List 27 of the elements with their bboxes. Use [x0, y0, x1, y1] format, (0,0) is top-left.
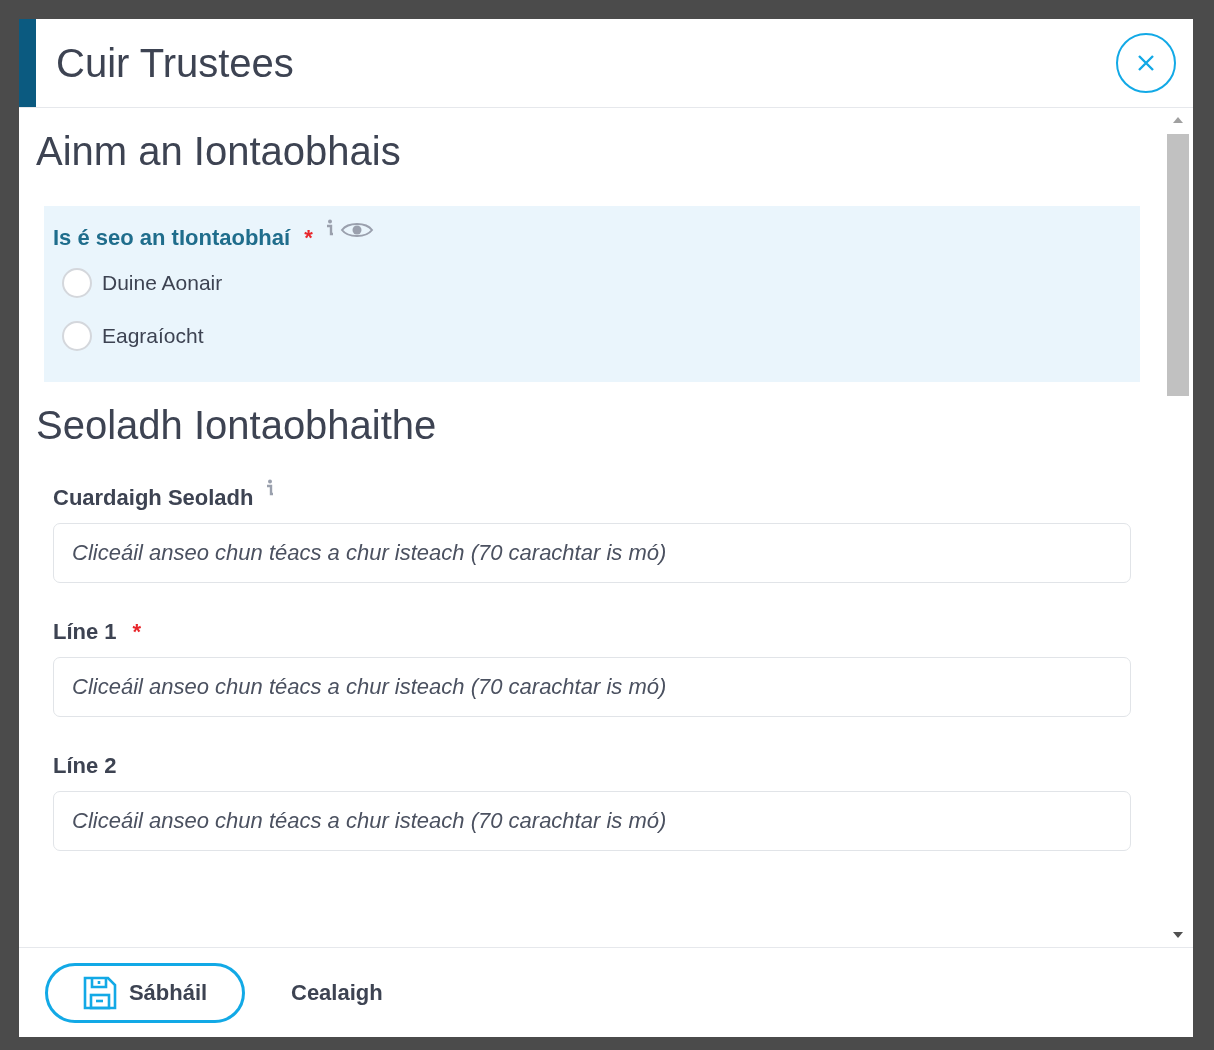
required-mark: *	[304, 225, 313, 252]
field-label: Líne 2	[53, 753, 117, 779]
text-field[interactable]: Cliceáil anseo chun téacs a chur isteach (70 carachtar is mó)	[53, 657, 1131, 717]
scroll-down-icon[interactable]	[1172, 931, 1184, 939]
field-label: Cuardaigh Seoladh	[53, 485, 254, 511]
info-icon[interactable]	[324, 219, 334, 237]
radio-button[interactable]	[62, 320, 92, 351]
required-mark: *	[132, 619, 142, 646]
scrollbar-thumb[interactable]	[1167, 134, 1189, 396]
option-label: Duine Aonair	[102, 270, 223, 295]
section-heading: Ainm an Iontaobhais	[36, 128, 402, 175]
scrollbar[interactable]	[1166, 116, 1190, 939]
field-label: Is é seo an tIontaobhaí	[53, 225, 291, 251]
save-icon	[82, 975, 117, 1010]
cancel-button[interactable]: Cealaigh	[273, 969, 401, 1016]
dialog-title: Cuir Trustees	[56, 40, 295, 86]
text-field[interactable]: Cliceáil anseo chun téacs a chur isteach (70 carachtar is mó)	[53, 791, 1131, 851]
radio-button[interactable]	[62, 267, 92, 298]
text-field[interactable]: Cliceáil anseo chun téacs a chur isteach (70 carachtar is mó)	[53, 523, 1131, 583]
close-button[interactable]	[1116, 33, 1176, 93]
section-heading: Seoladh Iontaobhaithe	[36, 402, 438, 449]
info-icon[interactable]	[265, 479, 275, 497]
option-label: Eagraíocht	[102, 323, 204, 348]
scroll-up-icon[interactable]	[1172, 116, 1184, 124]
eye-icon[interactable]	[339, 221, 374, 239]
field-label: Líne 1	[53, 619, 117, 645]
save-button[interactable]: Sábháil	[45, 962, 245, 1023]
